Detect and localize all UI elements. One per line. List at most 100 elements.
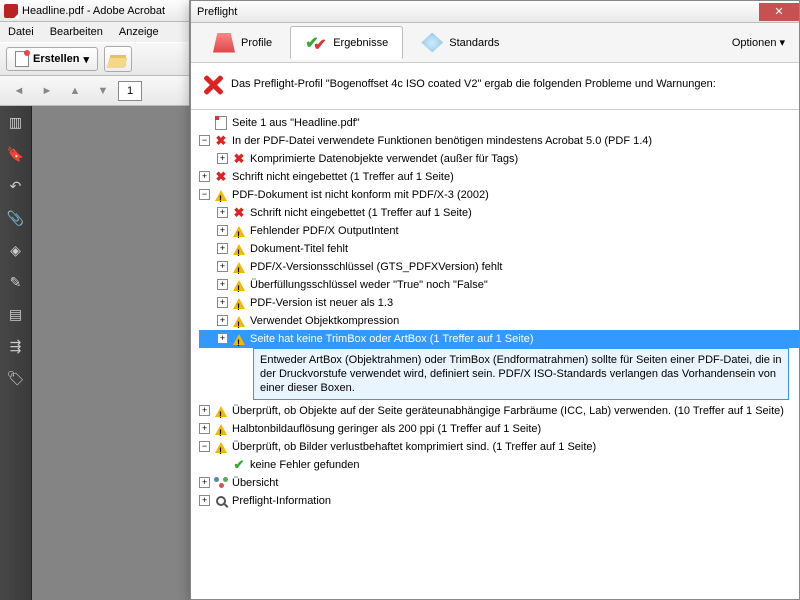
- tree-row-selected[interactable]: + Seite hat keine TrimBox oder ArtBox (1 …: [199, 330, 799, 348]
- tree-row[interactable]: + Halbtonbildauflösung geringer als 200 p…: [199, 420, 799, 438]
- results-tree[interactable]: Seite 1 aus "Headline.pdf" −✖In der PDF-…: [191, 110, 799, 584]
- warning-icon: [232, 332, 246, 346]
- expand-toggle[interactable]: +: [217, 261, 228, 272]
- side-tool-rail: ▥ 🔖 ↶ 📎 ◈ ✎ ▤ ⇶ 🏷: [0, 106, 32, 600]
- nav-next-button[interactable]: ►: [34, 80, 60, 102]
- summary-text: Das Preflight-Profil "Bogenoffset 4c ISO…: [231, 78, 716, 90]
- results-icon: [305, 33, 327, 53]
- attachments-panel-icon[interactable]: 📎: [6, 208, 26, 228]
- error-icon: [201, 73, 223, 95]
- warning-icon: [214, 440, 228, 454]
- warning-icon: [214, 422, 228, 436]
- warning-icon: [232, 278, 246, 292]
- tree-row[interactable]: +Preflight-Information: [199, 492, 799, 510]
- nav-down-button[interactable]: ▼: [90, 80, 116, 102]
- page-number-input[interactable]: [118, 81, 142, 101]
- open-file-button[interactable]: [104, 46, 132, 72]
- expand-toggle[interactable]: +: [199, 423, 210, 434]
- warning-icon: [232, 260, 246, 274]
- tree-row[interactable]: + PDF/X-Versionsschlüssel (GTS_PDFXVersio…: [199, 258, 799, 276]
- tree-row[interactable]: +Übersicht: [199, 474, 799, 492]
- tree-label: Halbtonbildauflösung geringer als 200 pp…: [232, 421, 799, 437]
- signatures-panel-icon[interactable]: ✎: [6, 272, 26, 292]
- tree-row[interactable]: + Verwendet Objektkompression: [199, 312, 799, 330]
- expand-toggle[interactable]: +: [217, 315, 228, 326]
- options-menu[interactable]: Optionen ▾: [726, 32, 791, 53]
- tree-label: Schrift nicht eingebettet (1 Treffer auf…: [250, 205, 799, 221]
- expand-toggle[interactable]: +: [199, 171, 210, 182]
- tree-row[interactable]: −PDF-Dokument ist nicht konform mit PDF/…: [199, 186, 799, 204]
- tree-row[interactable]: +✖Schrift nicht eingebettet (1 Treffer a…: [199, 168, 799, 186]
- ok-icon: ✔: [232, 458, 246, 472]
- menu-view[interactable]: Anzeige: [115, 24, 163, 40]
- main-titlebar: Headline.pdf - Adobe Acrobat: [0, 0, 189, 22]
- expand-toggle[interactable]: +: [217, 333, 228, 344]
- collapse-toggle[interactable]: −: [199, 441, 210, 452]
- collapse-toggle[interactable]: −: [199, 135, 210, 146]
- close-button[interactable]: ✕: [759, 3, 799, 21]
- pages-panel-icon[interactable]: ▥: [6, 112, 26, 132]
- menu-edit[interactable]: Bearbeiten: [46, 24, 107, 40]
- expand-toggle[interactable]: +: [217, 153, 228, 164]
- document-view-area[interactable]: [32, 106, 190, 600]
- tree-row[interactable]: + PDF-Version ist neuer als 1.3: [199, 294, 799, 312]
- tree-row[interactable]: + Überfüllungsschlüssel weder "True" noch…: [199, 276, 799, 294]
- error-icon: ✖: [214, 134, 228, 148]
- expand-toggle[interactable]: +: [217, 297, 228, 308]
- tab-profile[interactable]: Profile: [199, 27, 286, 59]
- create-button[interactable]: Erstellen ▾: [6, 47, 98, 71]
- destinations-panel-icon[interactable]: ⇶: [6, 336, 26, 356]
- warning-icon: [232, 242, 246, 256]
- undo-icon[interactable]: ↶: [6, 176, 26, 196]
- tree-row[interactable]: −✖In der PDF-Datei verwendete Funktionen…: [199, 132, 799, 150]
- expand-toggle[interactable]: +: [199, 495, 210, 506]
- layers-panel-icon[interactable]: ◈: [6, 240, 26, 260]
- overview-icon: [214, 476, 228, 490]
- tags-panel-icon[interactable]: 🏷: [6, 368, 26, 388]
- tree-row[interactable]: +Fehlender PDF/X OutputIntent: [199, 222, 799, 240]
- error-icon: ✖: [214, 170, 228, 184]
- warning-icon: [214, 404, 228, 418]
- nav-toolbar: ◄ ► ▲ ▼: [0, 76, 189, 106]
- articles-panel-icon[interactable]: ▤: [6, 304, 26, 324]
- tree-label: Überfüllungsschlüssel weder "True" noch …: [250, 277, 799, 293]
- collapse-toggle[interactable]: −: [199, 189, 210, 200]
- tree-label: Überprüft, ob Objekte auf der Seite gerä…: [232, 403, 799, 419]
- magnifier-icon: [214, 494, 228, 508]
- tree-row[interactable]: − Überprüft, ob Bilder verlustbehaftet ko…: [199, 438, 799, 456]
- tree-row[interactable]: ✔ keine Fehler gefunden: [199, 456, 799, 474]
- tree-row[interactable]: +✖Komprimierte Datenobjekte verwendet (a…: [199, 150, 799, 168]
- error-icon: ✖: [232, 206, 246, 220]
- tree-detail-text: Entweder ArtBox (Objektrahmen) oder Trim…: [253, 348, 789, 400]
- tree-label: Dokument-Titel fehlt: [250, 241, 799, 257]
- tab-results[interactable]: Ergebnisse: [290, 26, 403, 60]
- expand-toggle[interactable]: +: [199, 405, 210, 416]
- bookmarks-panel-icon[interactable]: 🔖: [6, 144, 26, 164]
- tree-row[interactable]: Seite 1 aus "Headline.pdf": [199, 114, 799, 132]
- tree-label: Verwendet Objektkompression: [250, 313, 799, 329]
- tab-profile-label: Profile: [241, 37, 272, 49]
- tab-standards[interactable]: Standards: [407, 27, 513, 59]
- menu-file[interactable]: Datei: [4, 24, 38, 40]
- warning-icon: [232, 224, 246, 238]
- tree-row[interactable]: + Überprüft, ob Objekte auf der Seite ger…: [199, 402, 799, 420]
- expand-toggle[interactable]: +: [217, 207, 228, 218]
- expand-toggle[interactable]: +: [199, 477, 210, 488]
- nav-prev-button[interactable]: ◄: [6, 80, 32, 102]
- tree-label: keine Fehler gefunden: [250, 457, 799, 473]
- expand-toggle[interactable]: +: [217, 225, 228, 236]
- tree-label: Überprüft, ob Bilder verlustbehaftet kom…: [232, 439, 799, 455]
- tree-label: PDF/X-Versionsschlüssel (GTS_PDFXVersion…: [250, 259, 799, 275]
- tree-row[interactable]: + Dokument-Titel fehlt: [199, 240, 799, 258]
- expand-toggle[interactable]: +: [217, 279, 228, 290]
- tree-label: PDF-Version ist neuer als 1.3: [250, 295, 799, 311]
- tree-label: Seite hat keine TrimBox oder ArtBox (1 T…: [250, 331, 799, 347]
- preflight-title: Preflight: [197, 6, 237, 18]
- tree-row[interactable]: + ✖ Schrift nicht eingebettet (1 Treffer a…: [199, 204, 799, 222]
- tab-standards-label: Standards: [449, 37, 499, 49]
- nav-up-button[interactable]: ▲: [62, 80, 88, 102]
- expand-toggle[interactable]: +: [217, 243, 228, 254]
- profile-icon: [213, 33, 235, 53]
- create-icon: [15, 51, 29, 67]
- create-label: Erstellen: [33, 53, 79, 65]
